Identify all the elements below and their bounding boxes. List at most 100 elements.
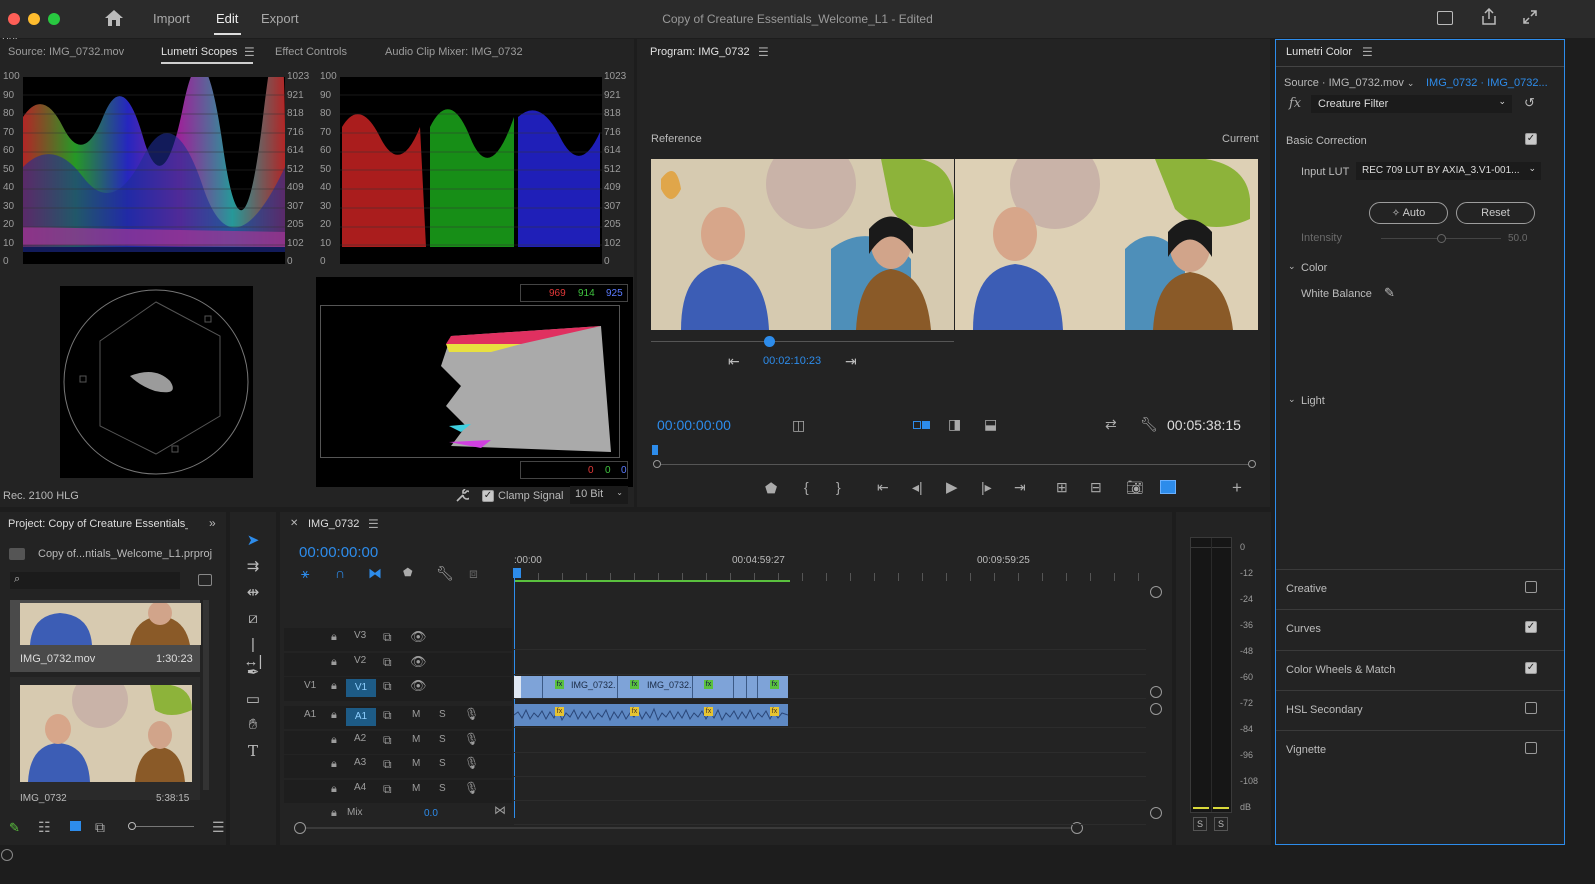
zoom-slider-knob[interactable] <box>128 822 136 830</box>
program-monitor-title[interactable]: Program: IMG_0732 <box>650 46 750 58</box>
timeline-playhead-handle[interactable] <box>513 568 521 578</box>
color-section-chevron-icon[interactable]: ⌄ <box>1288 261 1296 272</box>
sync-lock-icon[interactable]: ⧉ <box>383 782 392 797</box>
captions-icon[interactable]: ⧈ <box>469 565 478 582</box>
sync-lock-icon[interactable]: ⧉ <box>383 757 392 772</box>
track-label-v2[interactable]: V2 <box>354 655 366 666</box>
pen-tool-icon[interactable]: ✒ <box>242 663 264 681</box>
lock-icon[interactable]: 🔒︎ <box>331 758 337 771</box>
project-title[interactable]: Project: Copy of Creature Essentials_\ <box>8 518 188 530</box>
zoom-slider[interactable] <box>136 826 194 827</box>
mute-button[interactable]: M <box>412 758 420 769</box>
horizontal-scrollbar[interactable] <box>306 827 1072 829</box>
intensity-slider-knob[interactable] <box>1437 234 1446 243</box>
v1-clip-area[interactable]: fx IMG_0732. fx IMG_0732. fx fx <box>514 676 788 698</box>
mark-out-icon[interactable]: } <box>836 479 841 495</box>
lumetri-menu-icon[interactable]: ☰ <box>1362 45 1373 59</box>
section-vignette[interactable]: Vignette <box>1286 744 1326 756</box>
track-label-v1[interactable]: V1 <box>346 679 376 697</box>
comparison-view-icon[interactable] <box>1160 480 1176 494</box>
vertical-zoom-knob-bottom[interactable] <box>1150 686 1162 698</box>
sync-lock-icon[interactable]: ⧉ <box>383 655 392 670</box>
program-time-ruler[interactable] <box>653 460 1256 468</box>
tab-effect-controls[interactable]: Effect Controls <box>275 46 347 58</box>
clamp-signal-checkbox[interactable]: ✓ <box>482 490 494 502</box>
lock-icon[interactable]: 🔒︎ <box>331 783 337 796</box>
section-checkbox[interactable]: ✓ <box>1525 661 1537 674</box>
meter-solo-right[interactable]: S <box>1214 817 1228 831</box>
basic-correction-checkbox[interactable]: ✓ <box>1525 133 1537 145</box>
program-timecode[interactable]: 00:00:00:00 <box>657 417 731 433</box>
sync-lock-icon[interactable]: ⧉ <box>383 679 392 694</box>
step-back-icon[interactable]: ◂| <box>912 479 923 496</box>
sync-lock-icon[interactable]: ⧉ <box>383 708 392 723</box>
pencil-icon[interactable]: ✎ <box>9 820 20 836</box>
lumetri-title[interactable]: Lumetri Color <box>1286 46 1352 58</box>
freeform-view-icon[interactable]: ⧉ <box>95 819 105 836</box>
mix-value[interactable]: 0.0 <box>424 808 438 819</box>
solo-button[interactable]: S <box>439 758 446 769</box>
program-panel-menu-icon[interactable]: ☰ <box>758 45 769 59</box>
lock-icon[interactable]: 🔒︎ <box>331 709 337 722</box>
tab-source[interactable]: Source: IMG_0732.mov <box>8 46 124 58</box>
razor-tool-icon[interactable]: ⧄ <box>242 610 264 627</box>
solo-button[interactable]: S <box>439 734 446 745</box>
eye-icon[interactable]: 👁︎ <box>410 629 427 645</box>
source-patch-a1[interactable]: A1 <box>304 709 316 720</box>
tab-audio-clip-mixer[interactable]: Audio Clip Mixer: IMG_0732 <box>385 46 523 58</box>
tab-lumetri-scopes[interactable]: Lumetri Scopes <box>161 46 237 58</box>
add-marker-icon[interactable]: ⬟ <box>765 480 777 497</box>
project-scrollbar[interactable] <box>203 600 209 790</box>
input-lut-dropdown[interactable]: REC 709 LUT BY AXIA_3.V1-001... ⌄ <box>1356 162 1541 180</box>
section-creative[interactable]: Creative <box>1286 583 1327 595</box>
linked-selection-icon[interactable]: ⧓ <box>368 565 382 582</box>
microphone-icon[interactable]: 🎙︎ <box>464 756 479 770</box>
lumetri-source[interactable]: Source · IMG_0732.mov ⌄ <box>1284 77 1414 89</box>
source-patch-v1[interactable]: V1 <box>304 680 316 691</box>
color-section-heading[interactable]: Color <box>1301 262 1327 274</box>
solo-button[interactable]: S <box>439 709 446 720</box>
vertical-split-icon[interactable]: ◨ <box>948 416 961 433</box>
overwrite-icon[interactable]: ⊟ <box>1090 479 1102 496</box>
sync-lock-icon[interactable]: ⧉ <box>383 630 392 645</box>
type-tool-icon[interactable]: T <box>242 742 264 760</box>
mute-button[interactable]: M <box>412 734 420 745</box>
sync-lock-icon[interactable]: ⧉ <box>383 733 392 748</box>
audio-zoom-knob-top[interactable] <box>1150 703 1162 715</box>
project-item-2[interactable]: IMG_0732 5:38:15 <box>10 677 200 804</box>
add-button-icon[interactable]: + <box>1232 478 1242 498</box>
program-playhead[interactable] <box>652 445 658 455</box>
reset-effect-icon[interactable]: ↺ <box>1524 95 1535 111</box>
program-settings-wrench-icon[interactable]: 🔧︎ <box>1140 416 1158 433</box>
reset-button[interactable]: Reset <box>1456 202 1535 224</box>
microphone-icon[interactable]: 🎙︎ <box>464 732 479 746</box>
mix-pan-icon[interactable]: ⋈ <box>494 803 506 817</box>
list-view-icon[interactable]: ☷ <box>38 819 51 836</box>
hand-tool-icon[interactable]: ✋︎ <box>242 716 264 733</box>
light-section-heading[interactable]: Light <box>1301 395 1325 407</box>
timeline-timecode[interactable]: 00:00:00:00 <box>299 544 378 561</box>
horizontal-split-icon[interactable]: ⬓ <box>984 416 997 433</box>
export-frame-camera-icon[interactable]: 📷︎ <box>1126 479 1144 496</box>
reference-scrubber-track[interactable] <box>651 341 954 342</box>
track-label-a2[interactable]: A2 <box>354 733 366 744</box>
sequence-tab[interactable]: IMG_0732 <box>308 518 359 530</box>
side-by-side-icon[interactable] <box>913 420 931 430</box>
timeline-settings-wrench-icon[interactable]: 🔧︎ <box>436 565 454 582</box>
section-checkbox[interactable] <box>1525 701 1537 714</box>
section-checkbox[interactable]: ✓ <box>1525 621 1537 634</box>
track-select-tool-icon[interactable]: ⇉ <box>242 557 264 575</box>
panel-menu-icon[interactable]: ☰ <box>244 45 255 59</box>
section-checkbox[interactable] <box>1525 581 1537 593</box>
go-to-out-icon[interactable]: ⇥ <box>845 353 857 370</box>
eye-icon[interactable]: 👁︎ <box>410 678 427 694</box>
new-search-bin-icon[interactable] <box>198 574 212 586</box>
lock-icon[interactable]: 🔒︎ <box>331 734 337 747</box>
go-to-out-point-icon[interactable]: ⇥ <box>1014 479 1026 496</box>
filter-dropdown[interactable]: Creature Filter ⌄ <box>1311 95 1512 113</box>
selection-tool-icon[interactable]: ➤ <box>242 531 264 549</box>
quick-export-icon[interactable] <box>1437 11 1453 25</box>
project-search-input[interactable]: ⌕ <box>10 572 180 589</box>
track-label-a4[interactable]: A4 <box>354 782 366 793</box>
section-hsl-secondary[interactable]: HSL Secondary <box>1286 704 1363 716</box>
